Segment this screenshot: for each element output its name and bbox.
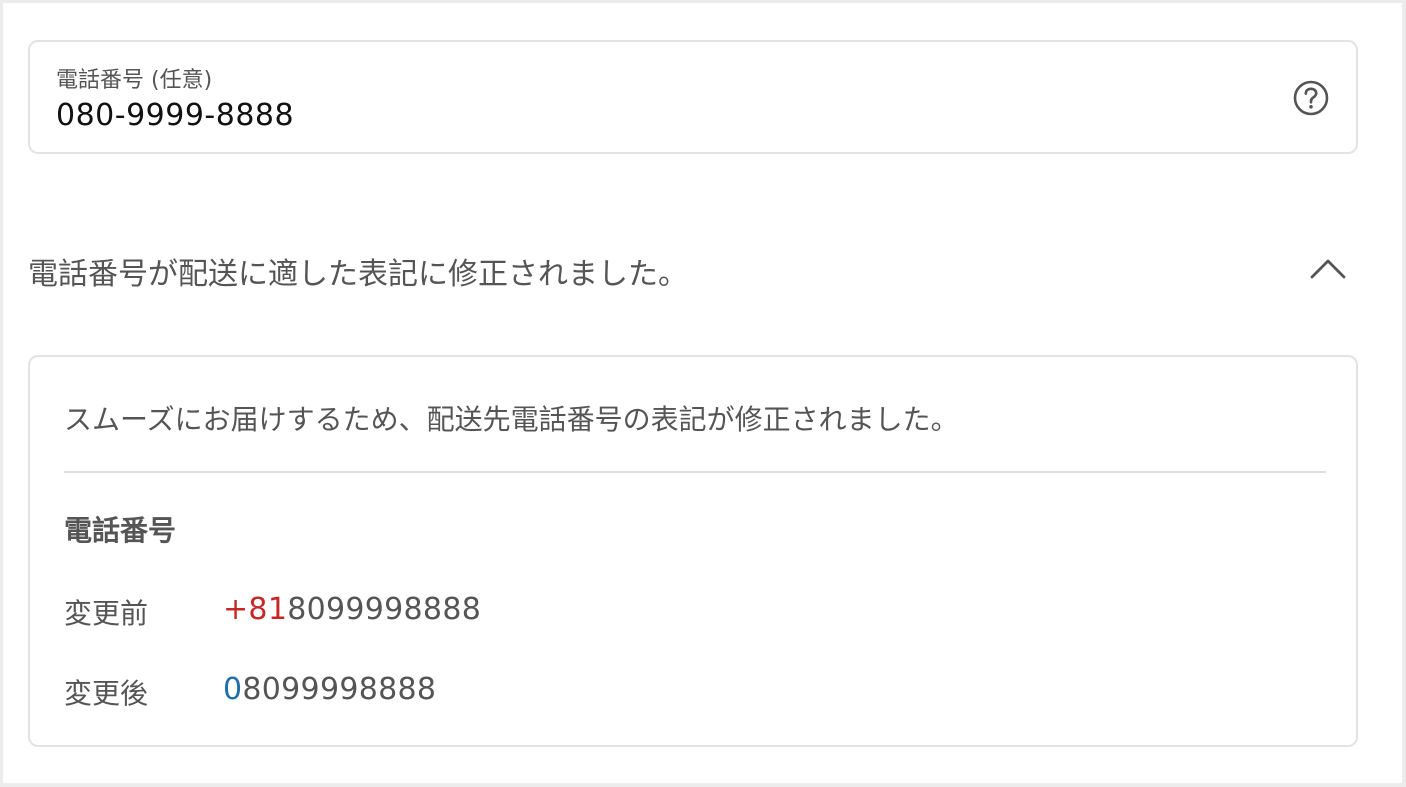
chevron-up-icon[interactable] (1308, 251, 1348, 285)
after-value: 08099998888 (223, 672, 436, 707)
before-label: 変更前 (64, 597, 149, 630)
after-number-rest: 8099998888 (242, 672, 437, 707)
before-removed-prefix: +81 (223, 592, 288, 627)
after-added-prefix: 0 (223, 672, 243, 707)
question-circle-icon[interactable] (1292, 79, 1330, 117)
phone-field[interactable]: 電話番号 (任意) 080-9999-8888 (28, 40, 1358, 154)
before-value: +818099998888 (223, 592, 481, 627)
phone-field-label: 電話番号 (任意) (56, 68, 213, 93)
divider (64, 471, 1326, 473)
correction-notice-toggle[interactable]: 電話番号が配送に適した表記に修正されました。 (28, 235, 1358, 305)
correction-message: スムーズにお届けするため、配送先電話番号の表記が修正されました。 (64, 403, 959, 436)
correction-notice-title: 電話番号が配送に適した表記に修正されました。 (28, 257, 688, 292)
detail-heading: 電話番号 (64, 514, 177, 547)
correction-detail-panel: スムーズにお届けするため、配送先電話番号の表記が修正されました。 電話番号 変更… (28, 355, 1358, 747)
page-frame: 電話番号 (任意) 080-9999-8888 電話番号が配送に適した表記に修正… (3, 3, 1402, 783)
before-number-rest: 8099998888 (287, 592, 482, 627)
phone-field-value[interactable]: 080-9999-8888 (56, 98, 294, 133)
after-label: 変更後 (64, 677, 149, 710)
